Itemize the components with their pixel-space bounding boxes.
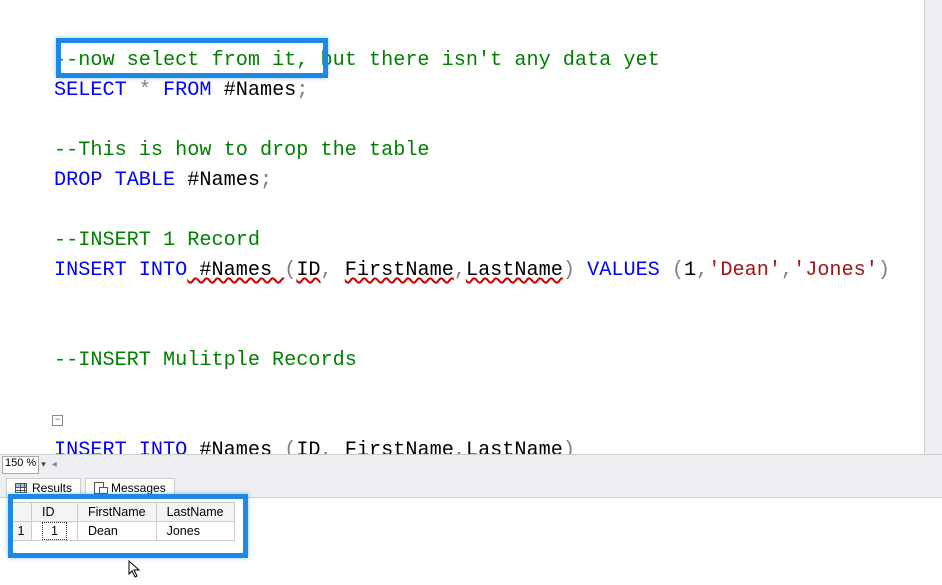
comma: , (696, 259, 708, 282)
str-dean: 'Dean' (708, 259, 781, 282)
code-semicolon: ; (296, 79, 308, 102)
corner-cell (11, 503, 32, 522)
comma: , (454, 439, 466, 454)
kw-values: VALUES (587, 259, 660, 282)
cell-id-value: 1 (42, 522, 67, 540)
tab-label: Results (32, 481, 72, 495)
kw-drop: DROP (54, 169, 102, 192)
code-semicolon: ; (260, 169, 272, 192)
code-comment: --INSERT Mulitple Records (54, 349, 357, 372)
vertical-scrollbar[interactable] (924, 0, 942, 454)
zoom-select[interactable]: 150 % (2, 456, 39, 474)
tab-messages[interactable]: Messages (85, 478, 175, 497)
tbl-names: #Names (187, 259, 284, 282)
paren: ) (563, 259, 587, 282)
kw-insert: INSERT (54, 439, 127, 454)
row-number[interactable]: 1 (11, 522, 32, 541)
cell-id[interactable]: 1 (32, 522, 78, 541)
results-grid-icon (15, 483, 27, 493)
code-comment: --This is how to drop the table (54, 139, 430, 162)
comma: , (321, 259, 333, 282)
col-firstname: FirstName (345, 259, 454, 282)
cell-firstname[interactable]: Dean (77, 522, 156, 541)
kw-into: INTO (127, 259, 188, 282)
space (333, 439, 345, 454)
tbl-names: #Names (212, 79, 297, 102)
code-area[interactable]: --now select from it, but there isn't an… (0, 0, 942, 454)
paren: ( (284, 439, 296, 454)
mouse-cursor-icon (128, 560, 144, 580)
col-header-lastname[interactable]: LastName (156, 503, 234, 522)
chevron-down-icon[interactable]: ▾ (41, 459, 46, 470)
code-star: * (127, 79, 163, 102)
paren: ) (878, 259, 890, 282)
tbl-names: #Names (187, 439, 284, 454)
zoom-bar: 150 % ▾ ◂ (0, 454, 942, 474)
results-tabs: Results Messages (0, 474, 942, 498)
comma: , (454, 259, 466, 282)
paren: ( (660, 259, 684, 282)
col-firstname: FirstName (345, 439, 454, 454)
comma: , (321, 439, 333, 454)
cell-lastname[interactable]: Jones (156, 522, 234, 541)
val-1: 1 (684, 259, 696, 282)
results-table[interactable]: ID FirstName LastName 1 1 Dean Jones (10, 502, 235, 541)
paren: ( (284, 259, 296, 282)
kw-into: INTO (127, 439, 188, 454)
comma: , (781, 259, 793, 282)
str-jones: 'Jones' (793, 259, 878, 282)
code-comment: --now select from it, but there isn't an… (54, 49, 660, 72)
kw-table: TABLE (102, 169, 175, 192)
paren: ) (563, 439, 575, 454)
col-header-firstname[interactable]: FirstName (77, 503, 156, 522)
code-comment: --INSERT 1 Record (54, 229, 260, 252)
results-pane: ID FirstName LastName 1 1 Dean Jones (0, 502, 942, 541)
col-lastname: LastName (466, 259, 563, 282)
col-id: ID (296, 439, 320, 454)
tab-results[interactable]: Results (6, 478, 81, 497)
tab-label: Messages (111, 481, 166, 495)
nav-arrow-icon[interactable]: ◂ (52, 459, 57, 470)
kw-from: FROM (163, 79, 211, 102)
sql-editor[interactable]: --now select from it, but there isn't an… (0, 0, 942, 454)
messages-icon (94, 482, 106, 494)
tbl-names: #Names (175, 169, 260, 192)
col-header-id[interactable]: ID (32, 503, 78, 522)
col-lastname: LastName (466, 439, 563, 454)
kw-insert: INSERT (54, 259, 127, 282)
table-row[interactable]: 1 1 Dean Jones (11, 522, 235, 541)
fold-toggle-icon[interactable]: − (52, 415, 63, 426)
col-id: ID (296, 259, 320, 282)
kw-select: SELECT (54, 79, 127, 102)
space (333, 259, 345, 282)
